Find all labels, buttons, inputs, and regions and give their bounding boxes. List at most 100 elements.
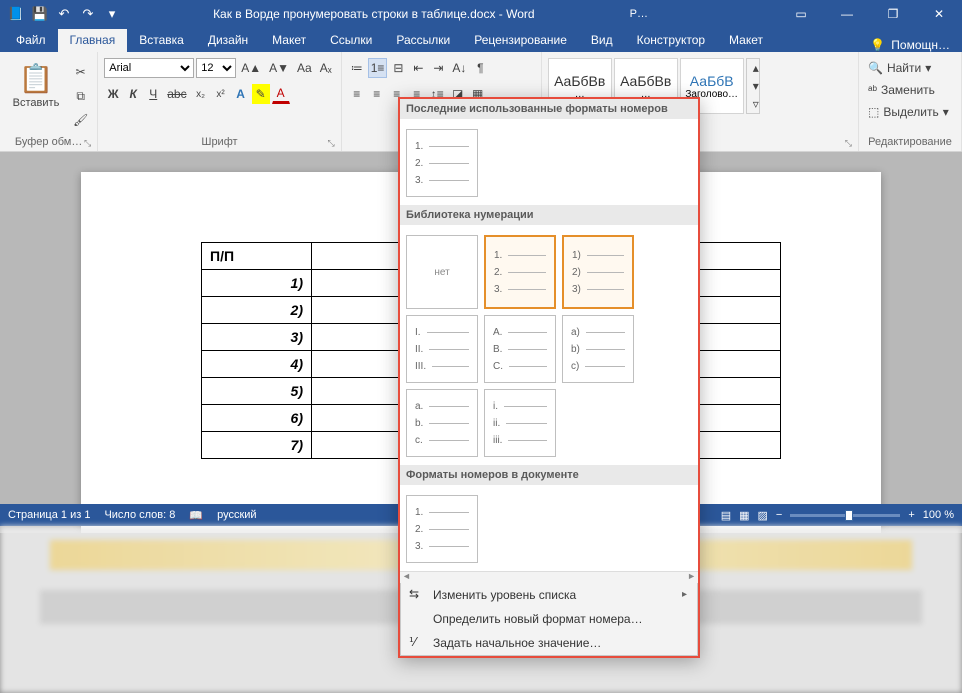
group-font-label: Шрифт⤡ xyxy=(104,134,334,151)
numbering-format-roman-upper[interactable]: I. II. III. xyxy=(406,315,478,383)
select-button[interactable]: ⬚ Выделить ▾ xyxy=(865,102,955,122)
strikethrough-button[interactable]: abc xyxy=(164,84,189,104)
tab-table-design[interactable]: Конструктор xyxy=(625,29,717,52)
superscript-button[interactable]: x² xyxy=(212,84,230,104)
styles-expand[interactable]: ▿ xyxy=(747,95,765,113)
group-editing: 🔍 Найти ▾ ᵃᵇ Заменить ⬚ Выделить ▾ Редак… xyxy=(859,52,962,151)
status-spellcheck-icon[interactable]: 📖 xyxy=(189,509,203,522)
shrink-font-button[interactable]: A▼ xyxy=(266,58,292,78)
align-left-button[interactable]: ≡ xyxy=(348,84,366,104)
numbering-format-decimal-dot[interactable]: 1. 2. 3. xyxy=(484,235,556,309)
sort-button[interactable]: A↓ xyxy=(449,58,469,78)
table-cell[interactable]: 7) xyxy=(202,432,312,459)
tab-design[interactable]: Дизайн xyxy=(196,29,260,52)
underline-button[interactable]: Ч xyxy=(144,84,162,104)
table-cell[interactable]: 6) xyxy=(202,405,312,432)
tab-review[interactable]: Рецензирование xyxy=(462,29,579,52)
status-page[interactable]: Страница 1 из 1 xyxy=(8,509,90,521)
ribbon-display-options[interactable]: ▭ xyxy=(778,0,824,28)
font-color-button[interactable]: A xyxy=(272,84,290,104)
group-clipboard-label: Буфер обм…⤡ xyxy=(6,134,91,151)
numbering-format-roman-lower[interactable]: i. ii. iii. xyxy=(484,389,556,457)
table-cell[interactable]: 1) xyxy=(202,270,312,297)
replace-button[interactable]: ᵃᵇ Заменить xyxy=(865,80,955,100)
font-size-combo[interactable]: 12 xyxy=(196,58,236,78)
change-case-button[interactable]: Aa xyxy=(294,58,315,78)
group-font: Arial 12 A▲ A▼ Aa Aₓ Ж К Ч abc x₂ x² A ✎… xyxy=(98,52,341,151)
multilevel-list-button[interactable]: ⊟ xyxy=(389,58,407,78)
numbering-format-letter-lower[interactable]: a. b. c. xyxy=(406,389,478,457)
title-bar: 📘 💾 ↶ ↷ ▾ Как в Ворде пронумеровать стро… xyxy=(0,0,962,28)
group-clipboard: 📋 Вставить ✂ ⧉ 🖌 Буфер обм…⤡ xyxy=(0,52,98,151)
increase-indent-button[interactable]: ⇥ xyxy=(429,58,447,78)
numbering-format-letter-lower-paren[interactable]: a) b) c) xyxy=(562,315,634,383)
font-family-combo[interactable]: Arial xyxy=(104,58,194,78)
font-launcher[interactable]: ⤡ xyxy=(328,138,335,149)
find-button[interactable]: 🔍 Найти ▾ xyxy=(865,58,955,78)
paste-button[interactable]: 📋 Вставить xyxy=(6,58,66,109)
show-marks-button[interactable]: ¶ xyxy=(471,58,489,78)
numbering-format-doc-1[interactable]: 1. 2. 3. xyxy=(406,495,478,563)
view-read-mode[interactable]: ▤ xyxy=(721,509,731,522)
styles-scroll-down[interactable]: ▾ xyxy=(747,77,765,95)
numbering-format-none[interactable]: нет xyxy=(406,235,478,309)
tab-table-layout[interactable]: Макет xyxy=(717,29,775,52)
zoom-in-button[interactable]: + xyxy=(908,509,914,521)
subscript-button[interactable]: x₂ xyxy=(192,84,210,104)
define-new-number-format-item[interactable]: Определить новый формат номера… xyxy=(401,607,697,631)
qat-customize[interactable]: ▾ xyxy=(102,4,122,24)
clear-formatting-button[interactable]: Aₓ xyxy=(317,58,335,78)
view-web-layout[interactable]: ▨ xyxy=(758,509,768,522)
minimize-button[interactable]: — xyxy=(824,0,870,28)
undo-button[interactable]: ↶ xyxy=(54,4,74,24)
view-print-layout[interactable]: ▦ xyxy=(739,509,749,522)
styles-launcher[interactable]: ⤡ xyxy=(845,138,852,149)
bold-button[interactable]: Ж xyxy=(104,84,122,104)
copy-button[interactable]: ⧉ xyxy=(70,86,91,106)
restore-button[interactable]: ❐ xyxy=(870,0,916,28)
tab-view[interactable]: Вид xyxy=(579,29,625,52)
cut-button[interactable]: ✂ xyxy=(70,62,91,82)
format-painter-button[interactable]: 🖌 xyxy=(70,110,91,130)
change-list-level-item[interactable]: ⇆ Изменить уровень списка ▸ xyxy=(401,583,697,607)
redo-button[interactable]: ↷ xyxy=(78,4,98,24)
status-language[interactable]: русский xyxy=(217,509,256,521)
tab-references[interactable]: Ссылки xyxy=(318,29,384,52)
tab-file[interactable]: Файл xyxy=(4,29,58,52)
align-center-button[interactable]: ≡ xyxy=(368,84,386,104)
numbering-doc-formats-header: Форматы номеров в документе xyxy=(400,465,698,485)
numbering-format-decimal-paren[interactable]: 1) 2) 3) xyxy=(562,235,634,309)
tab-insert[interactable]: Вставка xyxy=(127,29,196,52)
tab-home[interactable]: Главная xyxy=(58,29,128,52)
tab-layout[interactable]: Макет xyxy=(260,29,318,52)
text-effects-button[interactable]: A xyxy=(232,84,250,104)
table-cell[interactable]: 5) xyxy=(202,378,312,405)
table-header-cell[interactable]: П/П xyxy=(202,243,312,270)
grow-font-button[interactable]: A▲ xyxy=(238,58,264,78)
window-title: Как в Ворде пронумеровать строки в табли… xyxy=(128,7,620,21)
styles-scroll-up[interactable]: ▴ xyxy=(747,59,765,77)
save-button[interactable]: 💾 xyxy=(30,4,50,24)
tell-me[interactable]: Помощн… xyxy=(891,38,950,52)
table-cell[interactable]: 2) xyxy=(202,297,312,324)
numbering-button[interactable]: 1≡ xyxy=(368,58,388,78)
status-word-count[interactable]: Число слов: 8 xyxy=(104,509,175,521)
zoom-slider[interactable] xyxy=(790,514,900,517)
highlight-button[interactable]: ✎ xyxy=(252,84,270,104)
italic-button[interactable]: К xyxy=(124,84,142,104)
zoom-level[interactable]: 100 % xyxy=(923,509,954,521)
panel-horizontal-scrollbar[interactable] xyxy=(400,571,698,583)
tab-mailings[interactable]: Рассылки xyxy=(384,29,462,52)
decrease-indent-button[interactable]: ⇤ xyxy=(409,58,427,78)
close-button[interactable]: ✕ xyxy=(916,0,962,28)
numbering-format-recent-1[interactable]: 1. 2. 3. xyxy=(406,129,478,197)
zoom-out-button[interactable]: − xyxy=(776,509,782,521)
word-icon: 📘 xyxy=(6,4,26,24)
table-cell[interactable]: 3) xyxy=(202,324,312,351)
set-numbering-value-item[interactable]: ⅟ Задать начальное значение… xyxy=(401,631,697,655)
bullets-button[interactable]: ≔ xyxy=(348,58,366,78)
numbering-format-letter-upper[interactable]: A. B. C. xyxy=(484,315,556,383)
table-cell[interactable]: 4) xyxy=(202,351,312,378)
clipboard-launcher[interactable]: ⤡ xyxy=(84,138,91,149)
indent-icon: ⇆ xyxy=(409,587,419,601)
